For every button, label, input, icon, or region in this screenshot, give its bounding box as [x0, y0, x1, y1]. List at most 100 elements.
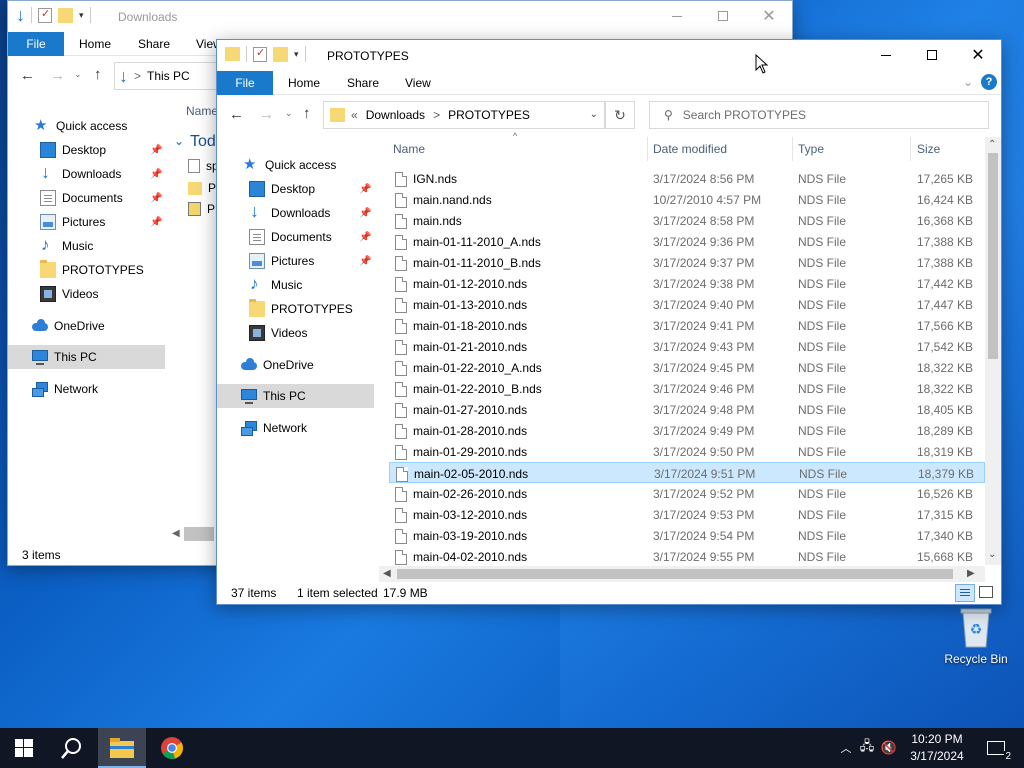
list-item[interactable]: sp	[188, 159, 219, 173]
table-row[interactable]: main-03-12-2010.nds 3/17/2024 9:53 PM NDS …	[389, 504, 985, 525]
nav-videos[interactable]: Videos	[249, 322, 307, 344]
properties-icon[interactable]: ✓	[38, 7, 52, 23]
table-row[interactable]: main-01-13-2010.nds 3/17/2024 9:40 PM NDS …	[389, 294, 985, 315]
table-row[interactable]: main-01-22-2010_B.nds 3/17/2024 9:46 PM ND…	[389, 378, 985, 399]
breadcrumb-prototypes[interactable]: PROTOTYPES	[448, 108, 530, 122]
table-row[interactable]: main.nand.nds 10/27/2010 4:57 PM NDS File 1…	[389, 189, 985, 210]
nav-documents[interactable]: Documents	[40, 187, 123, 209]
qat-dropdown-icon[interactable]: ▾	[294, 49, 299, 60]
column-header-type[interactable]: Type	[798, 137, 824, 161]
close-button[interactable]: ✕	[955, 40, 1001, 70]
address-bar[interactable]: « Downloads > PROTOTYPES ⌄	[323, 101, 605, 129]
nav-desktop[interactable]: Desktop	[40, 139, 106, 161]
back-icon[interactable]: ←	[229, 106, 244, 123]
breadcrumb-downloads[interactable]: Downloads	[366, 108, 425, 122]
network-status-icon[interactable]: 🖧	[856, 737, 878, 759]
prototypes-titlebar[interactable]: ✓ ▾ PROTOTYPES ✕	[217, 40, 1001, 71]
table-row[interactable]: main-01-27-2010.nds 3/17/2024 9:48 PM NDS …	[389, 399, 985, 420]
prototypes-window[interactable]: ✓ ▾ PROTOTYPES ✕ File Home Share View ⌄ …	[216, 39, 1002, 605]
horizontal-scrollbar[interactable]	[184, 527, 214, 541]
forward-icon[interactable]: →	[259, 106, 274, 123]
search-button[interactable]	[48, 728, 96, 768]
scroll-right-icon[interactable]: ▶	[967, 568, 975, 579]
table-row[interactable]: main-03-19-2010.nds 3/17/2024 9:54 PM NDS …	[389, 525, 985, 546]
minimize-button[interactable]	[863, 40, 909, 70]
scroll-left-icon[interactable]: ◀	[383, 568, 391, 579]
up-icon[interactable]: ↑	[303, 105, 311, 122]
downloads-titlebar[interactable]: ↓ ✓ ▾ Downloads ✕	[8, 1, 792, 32]
help-icon[interactable]: ?	[981, 74, 997, 90]
address-overflow[interactable]: «	[351, 108, 358, 122]
volume-muted-icon[interactable]: 🔇	[878, 740, 900, 756]
nav-documents[interactable]: Documents	[249, 226, 332, 248]
file-explorer-taskbar-button[interactable]	[98, 728, 146, 768]
tab-home[interactable]: Home	[79, 32, 111, 56]
table-row[interactable]: main-04-02-2010.nds 3/17/2024 9:55 PM NDS …	[389, 546, 985, 566]
nav-onedrive[interactable]: OneDrive	[241, 354, 314, 376]
tab-share[interactable]: Share	[138, 32, 170, 56]
table-row[interactable]: main-01-22-2010_A.nds 3/17/2024 9:45 PM ND…	[389, 357, 985, 378]
nav-videos[interactable]: Videos	[40, 283, 98, 305]
maximize-button[interactable]	[700, 1, 746, 31]
nav-onedrive[interactable]: OneDrive	[32, 315, 105, 337]
properties-icon[interactable]: ✓	[253, 46, 267, 62]
column-header-date[interactable]: Date modified	[653, 137, 727, 161]
table-row[interactable]: main-01-12-2010.nds 3/17/2024 9:38 PM NDS …	[389, 273, 985, 294]
table-row[interactable]: main-01-11-2010_A.nds 3/17/2024 9:36 PM ND…	[389, 231, 985, 252]
search-input[interactable]: ⚲ Search PROTOTYPES	[649, 101, 989, 129]
scroll-thumb[interactable]	[988, 153, 998, 359]
maximize-button[interactable]	[909, 40, 955, 70]
action-center-button[interactable]: 2	[976, 728, 1016, 768]
start-button[interactable]	[0, 728, 48, 768]
table-row[interactable]: main-01-11-2010_B.nds 3/17/2024 9:37 PM ND…	[389, 252, 985, 273]
close-button[interactable]: ✕	[746, 1, 792, 31]
group-toggle-icon[interactable]: ⌄	[174, 134, 184, 148]
tab-view[interactable]: View	[405, 71, 431, 95]
nav-desktop[interactable]: Desktop	[249, 178, 315, 200]
back-icon[interactable]: ←	[20, 67, 35, 84]
details-view-button[interactable]	[955, 584, 975, 602]
horizontal-scrollbar[interactable]: ◀ ▶	[379, 566, 985, 582]
clock[interactable]: 10:20 PM 3/17/2024	[898, 731, 976, 765]
nav-pictures[interactable]: Pictures	[40, 211, 105, 233]
chrome-taskbar-button[interactable]	[148, 728, 196, 768]
nav-downloads[interactable]: Downloads	[249, 201, 330, 224]
table-row[interactable]: main-01-18-2010.nds 3/17/2024 9:41 PM NDS …	[389, 315, 985, 336]
minimize-button[interactable]	[654, 1, 700, 31]
nav-quick-access[interactable]: ★ Quick access	[243, 154, 336, 176]
large-icons-view-button[interactable]	[979, 586, 993, 598]
hscroll-thumb[interactable]	[397, 569, 953, 579]
scroll-left-icon[interactable]: ◀	[172, 528, 180, 539]
show-hidden-icons-icon[interactable]: ︿	[836, 740, 856, 756]
recycle-bin-shortcut[interactable]: ♻ Recycle Bin	[940, 600, 1012, 666]
table-row[interactable]: main-02-26-2010.nds 3/17/2024 9:52 PM NDS …	[389, 483, 985, 504]
column-header-name[interactable]: Name	[393, 137, 425, 161]
address-location[interactable]: This PC	[147, 69, 190, 83]
nav-music[interactable]: Music	[249, 274, 302, 296]
table-row[interactable]: main-01-29-2010.nds 3/17/2024 9:50 PM NDS …	[389, 441, 985, 462]
table-row[interactable]: main-02-05-2010.nds 3/17/2024 9:51 PM NDS …	[389, 462, 985, 483]
nav-quick-access[interactable]: ★ Quick access	[34, 115, 127, 137]
qat-dropdown-icon[interactable]: ▾	[79, 10, 84, 21]
recent-dropdown-icon[interactable]: ⌄	[74, 69, 82, 80]
address-dropdown-icon[interactable]: ⌄	[590, 109, 598, 120]
scroll-up-icon[interactable]: ⌃	[988, 139, 996, 150]
tab-file[interactable]: File	[217, 71, 273, 95]
nav-downloads[interactable]: Downloads	[40, 162, 121, 185]
nav-prototypes[interactable]: PROTOTYPES	[249, 298, 353, 320]
vertical-scrollbar[interactable]: ⌃ ⌄	[985, 137, 1001, 565]
nav-network[interactable]: Network	[241, 417, 307, 439]
table-row[interactable]: main-01-28-2010.nds 3/17/2024 9:49 PM NDS …	[389, 420, 985, 441]
nav-network[interactable]: Network	[32, 378, 98, 400]
expand-ribbon-icon[interactable]: ⌄	[963, 75, 973, 89]
column-header-name[interactable]: Name	[186, 104, 218, 118]
tab-home[interactable]: Home	[288, 71, 320, 95]
tab-file[interactable]: File	[8, 32, 64, 56]
recent-dropdown-icon[interactable]: ⌄	[285, 108, 293, 119]
table-row[interactable]: main-01-21-2010.nds 3/17/2024 9:43 PM NDS …	[389, 336, 985, 357]
table-row[interactable]: main.nds 3/17/2024 8:58 PM NDS File 16,368 …	[389, 210, 985, 231]
tab-share[interactable]: Share	[347, 71, 379, 95]
nav-pictures[interactable]: Pictures	[249, 250, 314, 272]
column-header-size[interactable]: Size	[917, 137, 940, 161]
new-folder-icon[interactable]	[58, 7, 73, 23]
